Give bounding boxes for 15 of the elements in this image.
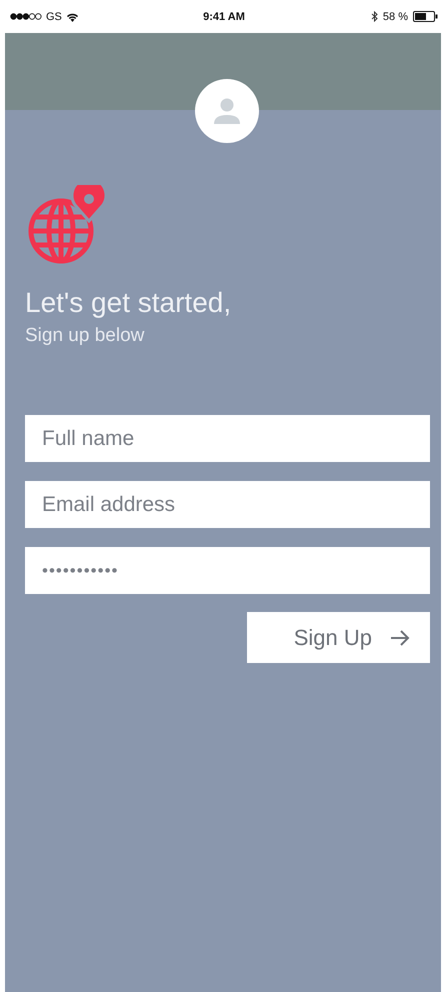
- battery-percent: 58 %: [382, 10, 408, 22]
- status-time: 9:41 AM: [203, 10, 245, 22]
- input-field[interactable]: Email address: [25, 481, 430, 528]
- arrow-right-icon: [390, 630, 410, 646]
- input-field[interactable]: Full name: [25, 415, 430, 462]
- password-field[interactable]: •••••••••••: [25, 547, 430, 594]
- carrier-name: GS: [46, 10, 62, 22]
- sign-up-button[interactable]: Sign Up: [247, 612, 430, 663]
- user-icon: [212, 96, 242, 126]
- heading: Let's get started,: [25, 287, 232, 319]
- bluetooth-icon: [370, 11, 378, 22]
- signal-icon: [10, 13, 42, 20]
- battery-icon: [413, 11, 438, 22]
- wifi-icon: [66, 12, 79, 22]
- subheading: Sign up below: [25, 325, 146, 347]
